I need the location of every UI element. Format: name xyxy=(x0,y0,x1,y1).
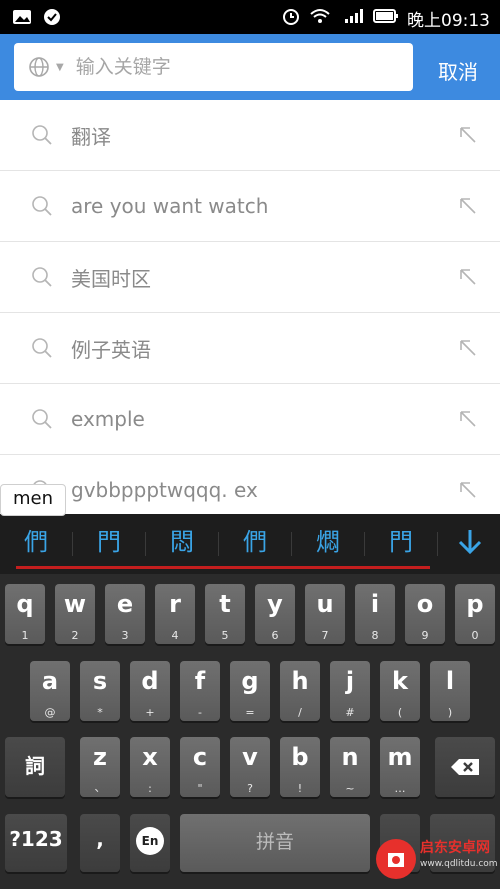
watermark-text: 启东安卓网 xyxy=(420,840,490,856)
watermark-url: www.qdlitdu.com xyxy=(420,859,498,869)
ime-candidate[interactable]: 們 xyxy=(219,524,291,560)
search-box[interactable]: ▼ xyxy=(14,43,413,91)
key-i[interactable]: i8 xyxy=(355,584,395,644)
space-key[interactable]: 拼音 xyxy=(180,814,370,872)
suggestion-text: gvbbppptwqqq. ex xyxy=(71,478,258,502)
signal-icon xyxy=(339,7,365,30)
ime-candidate[interactable]: 門 xyxy=(73,524,145,560)
fill-query-arrow-icon[interactable] xyxy=(458,267,478,287)
suggestion-text: exmple xyxy=(71,407,145,431)
search-icon xyxy=(30,123,54,147)
suggestion-text: 翻译 xyxy=(71,124,111,149)
key-m[interactable]: m… xyxy=(380,737,420,797)
key-l[interactable]: l) xyxy=(430,661,470,721)
candidate-divider xyxy=(437,532,438,556)
ime-candidate[interactable]: 門 xyxy=(365,524,437,560)
key-b[interactable]: b! xyxy=(280,737,320,797)
list-item[interactable]: 例子英语 xyxy=(0,313,500,384)
key-c[interactable]: c " xyxy=(180,737,220,797)
expand-candidates-icon[interactable] xyxy=(454,524,486,560)
search-icon xyxy=(30,265,54,289)
gallery-icon xyxy=(12,8,32,26)
search-icon xyxy=(30,407,54,431)
suggestion-list: 翻译 are you want watch 美国时区 例子英语 exmple g… xyxy=(0,100,500,526)
key-n[interactable]: n ~ xyxy=(330,737,370,797)
ime-composition-text: men xyxy=(0,484,67,516)
list-item[interactable]: are you want watch xyxy=(0,171,500,242)
candidate-highlight-underline xyxy=(16,566,430,569)
search-icon xyxy=(30,194,54,218)
ime-candidate[interactable]: 們 xyxy=(0,524,72,560)
key-q[interactable]: q1 xyxy=(5,584,45,644)
suggestion-text: are you want watch xyxy=(71,194,269,218)
check-icon xyxy=(42,8,62,26)
fill-query-arrow-icon[interactable] xyxy=(458,196,478,216)
key-t[interactable]: t5 xyxy=(205,584,245,644)
key-v[interactable]: v? xyxy=(230,737,270,797)
search-header: ▼ 取消 xyxy=(0,34,500,100)
suggestion-text: 美国时区 xyxy=(71,266,151,291)
en-icon: En xyxy=(136,827,164,855)
key-d[interactable]: d + xyxy=(130,661,170,721)
backspace-icon xyxy=(449,757,481,781)
list-item[interactable]: exmple xyxy=(0,384,500,455)
key-y[interactable]: y6 xyxy=(255,584,295,644)
key-u[interactable]: u7 xyxy=(305,584,345,644)
numbers-symbols-key[interactable]: ?123 xyxy=(5,814,67,872)
ime-candidate-bar: 們 門 悶 們 燜 門 xyxy=(0,514,500,574)
ime-candidate[interactable]: 悶 xyxy=(146,524,218,560)
chinese-word-switch-key[interactable]: 詞 xyxy=(5,737,65,797)
status-bar: 晚上09:13 xyxy=(0,0,500,34)
status-time: 晚上09:13 xyxy=(407,11,490,31)
key-x[interactable]: x: xyxy=(130,737,170,797)
backspace-key[interactable] xyxy=(435,737,495,797)
globe-icon[interactable] xyxy=(28,56,50,78)
key-k[interactable]: k( xyxy=(380,661,420,721)
key-z[interactable]: z、 xyxy=(80,737,120,797)
cancel-button[interactable]: 取消 xyxy=(438,56,478,85)
suggestion-text: 例子英语 xyxy=(71,337,151,362)
language-switch-key[interactable]: En xyxy=(130,814,170,872)
battery-icon xyxy=(373,8,399,29)
key-a[interactable]: a @ xyxy=(30,661,70,721)
alarm-icon xyxy=(281,6,301,31)
key-r[interactable]: r4 xyxy=(155,584,195,644)
key-g[interactable]: g = xyxy=(230,661,270,721)
key-w[interactable]: w2 xyxy=(55,584,95,644)
fill-query-arrow-icon[interactable] xyxy=(458,409,478,429)
key-p[interactable]: p0 xyxy=(455,584,495,644)
dropdown-caret-icon[interactable]: ▼ xyxy=(56,62,64,73)
key-f[interactable]: f- xyxy=(180,661,220,721)
list-item[interactable]: 美国时区 xyxy=(0,242,500,313)
wifi-icon xyxy=(309,7,331,30)
key-h[interactable]: h / xyxy=(280,661,320,721)
key-s[interactable]: s * xyxy=(80,661,120,721)
list-item[interactable]: 翻译 xyxy=(0,100,500,171)
search-input[interactable] xyxy=(73,55,378,79)
key-j[interactable]: j # xyxy=(330,661,370,721)
ime-candidate[interactable]: 燜 xyxy=(292,524,364,560)
key-o[interactable]: o9 xyxy=(405,584,445,644)
fill-query-arrow-icon[interactable] xyxy=(458,125,478,145)
key-e[interactable]: e3 xyxy=(105,584,145,644)
comma-key[interactable]: , xyxy=(80,814,120,872)
watermark-logo: 启东安卓网 www.qdlitdu.com xyxy=(372,833,498,885)
fill-query-arrow-icon[interactable] xyxy=(458,338,478,358)
fill-query-arrow-icon[interactable] xyxy=(458,480,478,500)
search-icon xyxy=(30,336,54,360)
